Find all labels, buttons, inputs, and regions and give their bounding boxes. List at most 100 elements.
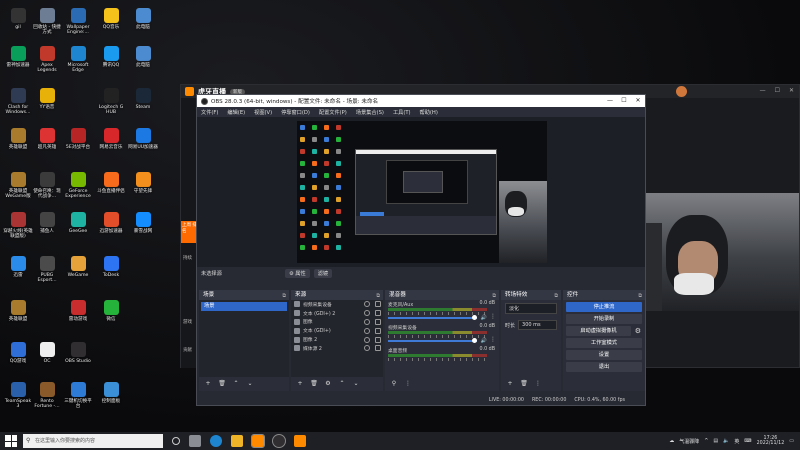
desktop-icon[interactable]: 此电脑 — [128, 46, 158, 68]
remove-transition-icon[interactable]: 🗑 — [519, 379, 529, 389]
lock-icon[interactable] — [375, 310, 381, 317]
obs-taskbar-icon[interactable] — [272, 434, 286, 448]
source-row[interactable]: 媒体源 2 — [291, 344, 383, 353]
desktop-icon[interactable]: 迅游加速器 — [96, 212, 126, 234]
clock[interactable]: 17:26 2022/11/12 — [757, 436, 785, 447]
desktop-icon[interactable]: 雷动游戏 — [63, 300, 93, 322]
desktop-icon[interactable]: 捕鱼人 — [32, 212, 62, 234]
start-recording-button[interactable]: 开始录制 — [566, 314, 642, 324]
desktop-icon[interactable]: 三键机切换平台 — [63, 382, 93, 410]
add-scene-icon[interactable]: + — [203, 379, 213, 389]
volume-slider[interactable] — [388, 317, 477, 319]
desktop-icon[interactable]: ToDesk — [96, 256, 126, 278]
speaker-icon[interactable]: 🔊 — [481, 315, 487, 321]
desktop-icon[interactable]: 网易云音乐 — [96, 128, 126, 150]
settings-button[interactable]: 设置 — [566, 350, 642, 360]
visibility-icon[interactable] — [364, 301, 370, 308]
move-up-icon[interactable]: ⌃ — [337, 379, 347, 389]
desktop-icon[interactable]: Apex Legends — [32, 46, 62, 74]
virtual-camera-settings-icon[interactable]: ⚙ — [635, 327, 641, 335]
visibility-icon[interactable] — [364, 310, 370, 317]
edge-icon[interactable] — [210, 435, 222, 447]
volume-slider[interactable] — [388, 340, 477, 342]
desktop-icon[interactable]: Microsoft Edge — [63, 46, 93, 74]
transition-select[interactable]: 淡化 — [505, 303, 557, 314]
task-switch-icon[interactable] — [189, 435, 201, 447]
lock-icon[interactable] — [375, 318, 381, 325]
exit-button[interactable]: 退出 — [566, 362, 642, 372]
desktop-icon[interactable]: 使命召唤：现代战争... — [32, 172, 62, 200]
preview-canvas[interactable] — [297, 121, 547, 263]
scene-item[interactable]: 场景 — [201, 302, 287, 311]
desktop-icon[interactable]: Clash for Windows... — [3, 88, 33, 116]
desktop-icon[interactable]: 穿越火线(英雄联盟版) — [3, 212, 33, 240]
desktop-icon[interactable]: GeForce Experience — [63, 172, 93, 200]
desktop-icon[interactable]: Rento Fortune -... — [32, 382, 62, 410]
desktop-icon[interactable]: 5E对战平台 — [63, 128, 93, 150]
menu-tools[interactable]: 工具(T) — [393, 109, 411, 116]
remove-scene-icon[interactable]: 🗑 — [217, 379, 227, 389]
mixer-link-icon[interactable]: ⚲ — [389, 379, 399, 389]
lock-icon[interactable] — [375, 327, 381, 334]
properties-button[interactable]: ⚙ 属性 — [285, 269, 310, 278]
lock-icon[interactable] — [375, 345, 381, 352]
maximize-icon[interactable]: ☐ — [617, 95, 631, 107]
desktop-icon[interactable]: OBS Studio — [63, 342, 93, 364]
move-up-icon[interactable]: ⌃ — [231, 379, 241, 389]
maximize-icon[interactable]: ☐ — [775, 87, 780, 94]
desktop-icon[interactable]: 腾讯QQ — [96, 46, 126, 68]
minimize-icon[interactable]: — — [603, 95, 617, 107]
desktop-icon[interactable]: 雷神加速器 — [3, 46, 33, 68]
studio-mode-button[interactable]: 工作室模式 — [566, 338, 642, 348]
desktop-icon[interactable]: 此电脑 — [128, 8, 158, 30]
tray-expand-icon[interactable]: ^ — [704, 438, 708, 444]
volume-slider-handle[interactable] — [472, 315, 477, 320]
remove-source-icon[interactable]: 🗑 — [309, 379, 319, 389]
desktop-icon[interactable]: WeGame — [63, 256, 93, 278]
lock-icon[interactable] — [375, 336, 381, 343]
desktop-icon[interactable]: gil — [3, 8, 33, 30]
desktop-icon[interactable]: Logitech G HUB — [96, 88, 126, 116]
huya-taskbar-icon[interactable] — [251, 434, 265, 448]
desktop-icon[interactable]: 英雄联盟 — [3, 128, 33, 150]
filters-button[interactable]: 滤镜 — [313, 269, 333, 278]
weather-icon[interactable]: ☁ — [669, 438, 674, 444]
desktop-icon[interactable]: 微信 — [96, 300, 126, 322]
keyboard-icon[interactable]: ⌨ — [744, 438, 751, 444]
duration-input[interactable]: 300 ms — [518, 320, 557, 330]
huya-assistant-taskbar-icon[interactable] — [294, 435, 306, 447]
desktop-icon[interactable]: 控制面板 — [96, 382, 126, 404]
visibility-icon[interactable] — [364, 327, 370, 334]
source-row[interactable]: 图像 — [291, 318, 383, 327]
weather-text[interactable]: 气温骤降 — [679, 438, 699, 445]
source-row[interactable]: 视频采集设备 — [291, 300, 383, 309]
minimize-icon[interactable]: — — [760, 87, 766, 94]
transition-menu-icon[interactable]: ⋮ — [533, 379, 543, 389]
input-language[interactable]: 英 — [734, 438, 739, 445]
source-row[interactable]: 文本 (GDI+) — [291, 326, 383, 335]
volume-slider-handle[interactable] — [472, 338, 477, 343]
desktop-icon[interactable]: 英雄联盟 WeGame版 — [3, 172, 33, 200]
desktop-icon[interactable]: 英雄联盟 — [3, 300, 33, 322]
menu-file[interactable]: 文件(F) — [201, 109, 218, 116]
visibility-icon[interactable] — [364, 345, 370, 352]
channel-menu-icon[interactable]: ⋮ — [490, 313, 496, 320]
windows-start-icon[interactable] — [5, 435, 17, 447]
desktop-icon[interactable]: 暴雪战网 — [128, 212, 158, 234]
taskbar-search[interactable]: 在这里输入你要搜索的内容 — [23, 434, 163, 448]
stop-streaming-button[interactable]: 停止推流 — [566, 302, 642, 312]
add-transition-icon[interactable]: + — [505, 379, 515, 389]
menu-profile[interactable]: 配置文件(P) — [319, 109, 347, 116]
obs-window[interactable]: OBS 28.0.3 (64-bit, windows) - 配置文件: 未命名… — [196, 94, 646, 406]
desktop-icon[interactable]: GeeGee — [63, 212, 93, 234]
channel-menu-icon[interactable]: ⋮ — [490, 336, 496, 343]
notification-icon[interactable]: ▭ — [789, 438, 794, 444]
speaker-icon[interactable]: 🔊 — [481, 338, 487, 344]
desktop-icon[interactable]: PUBG Esport... — [32, 256, 62, 284]
menu-scene-collection[interactable]: 场景集合(S) — [356, 109, 384, 116]
desktop-icon[interactable]: QQ游戏 — [3, 342, 33, 364]
source-settings-icon[interactable]: ⚙ — [323, 379, 333, 389]
close-icon[interactable]: ✕ — [631, 95, 645, 107]
desktop-icon[interactable]: 网易UU加速器 — [128, 128, 158, 150]
desktop-icon[interactable]: 斗鱼直播伴侣 — [96, 172, 126, 194]
